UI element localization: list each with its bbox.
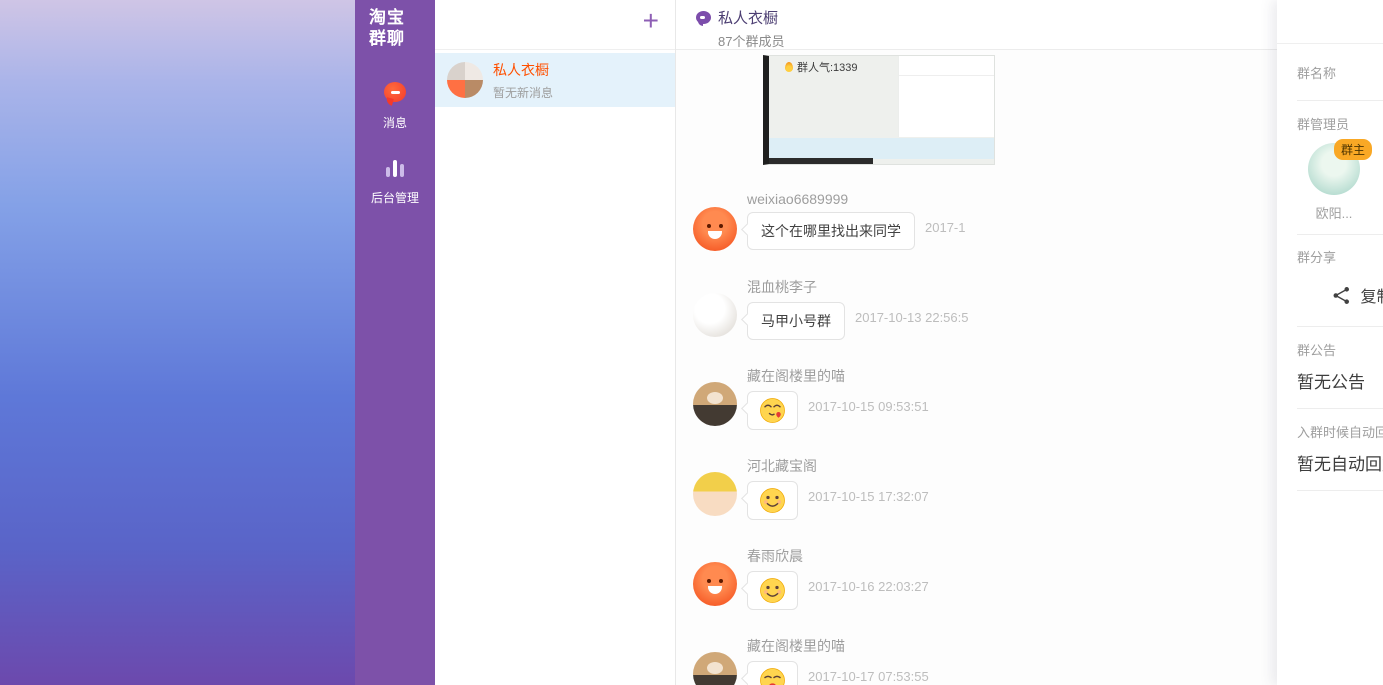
flame-icon <box>785 62 793 72</box>
avatar[interactable] <box>693 562 737 606</box>
group-announcement-label: 群公告 <box>1297 343 1336 358</box>
message-timestamp: 2017-10-15 09:53:51 <box>808 399 929 414</box>
message-timestamp: 2017-10-15 17:32:07 <box>808 489 929 504</box>
message-bubble: 马甲小号群 <box>747 302 845 340</box>
group-share-row: 群分享 复制群链接 <box>1297 235 1383 327</box>
app-title-line2: 群聊 <box>369 28 435 49</box>
message-sender: 藏在阁楼里的喵 <box>747 366 1355 386</box>
copy-group-link-button[interactable]: 复制群链接 <box>1297 283 1383 307</box>
message-sender: 混血桃李子 <box>747 277 1355 297</box>
group-name-row[interactable]: 群名称 私人衣橱 <box>1297 44 1383 101</box>
image-caption: 群人气:1339 <box>785 59 858 75</box>
image-detail-block <box>898 56 994 137</box>
app-title-line1: 淘宝 <box>369 7 435 28</box>
avatar[interactable] <box>693 472 737 516</box>
image-blue-strip <box>769 138 994 159</box>
message-timestamp: 2017-1 <box>925 220 965 235</box>
chat-list-panel: + 私人衣橱 暂无新消息 <box>435 0 676 685</box>
sidebar-item-admin[interactable]: 后台管理 <box>355 160 435 206</box>
copy-group-link-label: 复制群链接 <box>1360 283 1383 307</box>
message-row: 混血桃李子 马甲小号群 2017-10-13 22:56:5 <box>693 277 1355 340</box>
avatar[interactable] <box>693 293 737 337</box>
chat-panel: 私人衣橱 87个群成员 群人气:1339 weixiao6689999 这 <box>676 0 1355 685</box>
group-autoreply-row[interactable]: 入群时候自动回复语 暂无自动回复语 <box>1297 409 1383 491</box>
message-timestamp: 2017-10-17 07:53:55 <box>808 669 929 684</box>
smile-emoji-icon <box>759 577 786 604</box>
group-announcement-row[interactable]: 群公告 暂无公告 <box>1297 327 1383 409</box>
chat-item-name: 私人衣橱 <box>493 60 553 80</box>
kiss-heart-emoji-icon <box>759 397 786 424</box>
settings-header: 群组设置 <box>1277 0 1383 44</box>
group-autoreply-value: 暂无自动回复语 <box>1297 450 1383 475</box>
admin-name: 欧阳... <box>1306 203 1362 222</box>
bar-chart-icon <box>386 160 404 177</box>
chat-title: 私人衣橱 <box>718 7 778 28</box>
add-group-button[interactable]: + <box>643 4 659 38</box>
message-row: 河北藏宝阁 2017-10-15 17:32:07 <box>693 456 1355 520</box>
admin-item[interactable]: 群主 欧阳... <box>1306 143 1362 222</box>
message-sender: 春雨欣晨 <box>747 546 1355 566</box>
chat-item-status: 暂无新消息 <box>493 84 553 101</box>
chat-member-count: 87个群成员 <box>718 31 1355 50</box>
chat-bubble-icon <box>384 82 406 102</box>
group-name-label: 群名称 <box>1297 63 1383 82</box>
image-caption-text: 群人气:1339 <box>797 59 858 75</box>
message-timestamp: 2017-10-13 22:56:5 <box>855 310 968 325</box>
chat-list-item[interactable]: 私人衣橱 暂无新消息 <box>435 53 675 107</box>
emoji-message-bubble <box>747 481 798 520</box>
message-bubble: 这个在哪里找出来同学 <box>747 212 915 250</box>
message-row: 藏在阁楼里的喵 2017-10-17 07:53:55 <box>693 636 1355 685</box>
taobao-group-chat-window: 淘宝 群聊 消息 后台管理 + 私人衣橱 暂无新消息 <box>355 0 1355 685</box>
group-admins-row: 群管理员 群主 欧阳... pyra... 浪哥 <box>1297 101 1383 235</box>
message-list[interactable]: 群人气:1339 weixiao6689999 这个在哪里找出来同学 2017-… <box>676 50 1355 685</box>
message-row: 春雨欣晨 2017-10-16 22:03:27 <box>693 546 1355 610</box>
smile-emoji-icon <box>759 487 786 514</box>
emoji-message-bubble <box>747 571 798 610</box>
app-title: 淘宝 群聊 <box>355 0 435 49</box>
share-icon <box>1332 286 1351 305</box>
sidebar-item-messages[interactable]: 消息 <box>355 82 435 131</box>
group-chat-bubble-icon <box>696 11 711 24</box>
message-sender: weixiao6689999 <box>747 191 1355 207</box>
group-share-label: 群分享 <box>1297 250 1336 265</box>
message-sender: 藏在阁楼里的喵 <box>747 636 1355 656</box>
message-row: 藏在阁楼里的喵 <box>693 366 1355 430</box>
settings-title: 群组设置 <box>1277 0 1383 44</box>
group-autoreply-label: 入群时候自动回复语 <box>1297 425 1383 440</box>
emoji-message-bubble <box>747 391 798 430</box>
message-row: weixiao6689999 这个在哪里找出来同学 2017-1 <box>693 191 1355 251</box>
group-settings-panel: 群组设置 群名称 私人衣橱 群管理员 群主 欧阳... <box>1277 0 1383 685</box>
owner-badge: 群主 <box>1334 139 1372 160</box>
kiss-emoji-icon <box>759 667 786 685</box>
sidebar: 淘宝 群聊 消息 后台管理 <box>355 0 435 685</box>
message-sender: 河北藏宝阁 <box>747 456 1355 476</box>
chat-header: 私人衣橱 87个群成员 <box>676 0 1355 50</box>
avatar[interactable] <box>693 652 737 685</box>
group-admins-label: 群管理员 <box>1297 117 1349 132</box>
chat-list-header: + <box>435 0 675 50</box>
image-dark-bar <box>769 158 873 164</box>
sidebar-item-label: 后台管理 <box>355 189 435 206</box>
group-avatar <box>447 62 483 98</box>
group-announcement-value: 暂无公告 <box>1297 368 1383 393</box>
sidebar-nav: 消息 后台管理 <box>355 82 435 206</box>
sidebar-item-label: 消息 <box>355 114 435 131</box>
avatar[interactable] <box>693 207 737 251</box>
avatar[interactable] <box>693 382 737 426</box>
message-timestamp: 2017-10-16 22:03:27 <box>808 579 929 594</box>
chat-item-info: 私人衣橱 暂无新消息 <box>493 60 553 101</box>
image-message[interactable]: 群人气:1339 <box>763 55 995 165</box>
emoji-message-bubble <box>747 661 798 685</box>
